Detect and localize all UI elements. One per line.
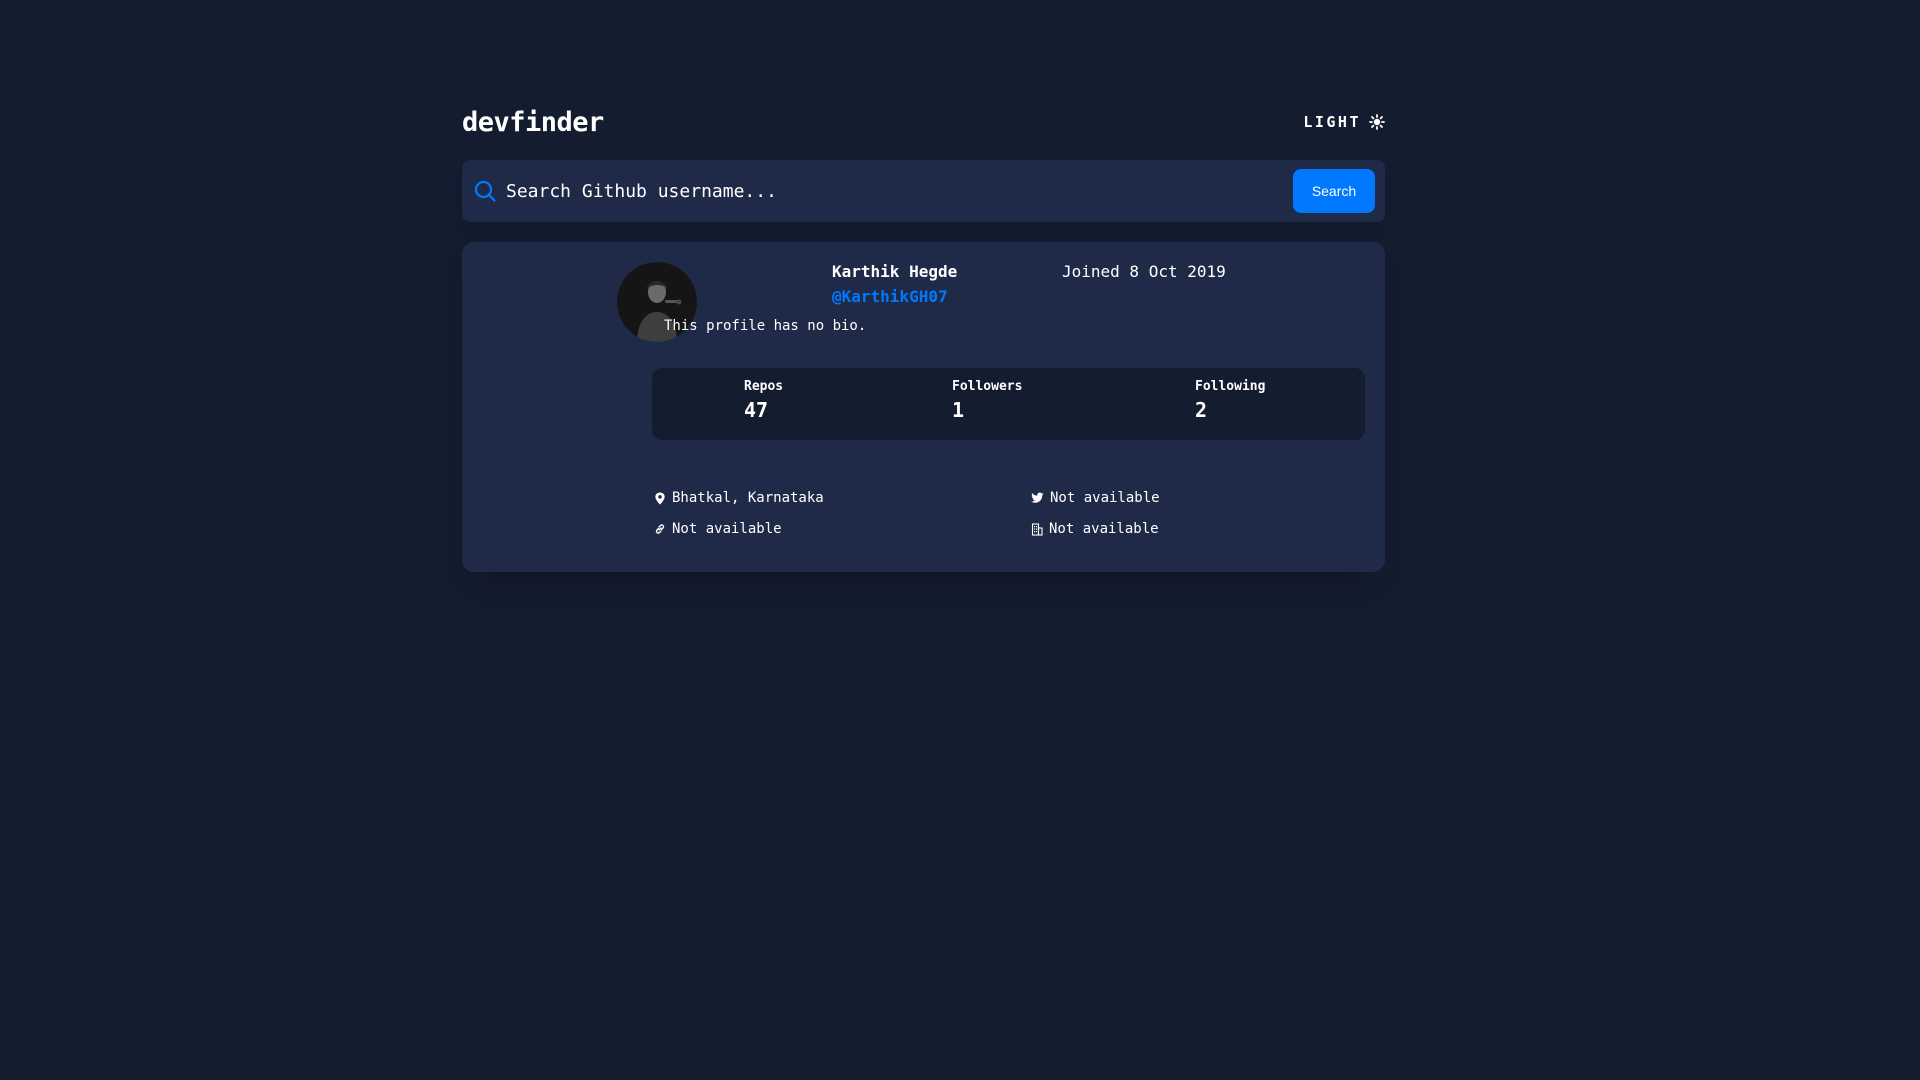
stats-panel: Repos 47 Followers 1 Following 2 bbox=[652, 368, 1365, 440]
sun-icon bbox=[1369, 114, 1385, 130]
theme-toggle-label: LIGHT bbox=[1303, 113, 1361, 131]
blog-link[interactable]: Not available bbox=[672, 521, 782, 537]
link-icon bbox=[654, 523, 666, 535]
profile-bio: This profile has no bio. bbox=[664, 318, 867, 334]
company-item: Not available bbox=[1031, 521, 1159, 537]
stat-value: 47 bbox=[744, 398, 769, 422]
stat-value: 1 bbox=[952, 398, 965, 422]
profile-name: Karthik Hegde bbox=[832, 262, 958, 281]
stat-followers: Followers 1 bbox=[952, 379, 1022, 422]
joined-date: Joined 8 Oct 2019 bbox=[1062, 262, 1226, 281]
stat-label: Followers bbox=[952, 379, 1023, 394]
search-button[interactable]: Search bbox=[1293, 169, 1375, 213]
search-bar: Search bbox=[462, 160, 1385, 222]
search-input[interactable] bbox=[504, 170, 1293, 212]
theme-toggle-button[interactable]: LIGHT bbox=[1303, 113, 1385, 131]
stat-value: 2 bbox=[1195, 398, 1208, 422]
twitter-icon bbox=[1031, 492, 1044, 504]
location-text: Bhatkal, Karnataka bbox=[672, 490, 824, 506]
blog-item: Not available bbox=[654, 521, 782, 537]
profile-card: Karthik Hegde @KarthikGH07 Joined 8 Oct … bbox=[462, 242, 1385, 572]
location-item: Bhatkal, Karnataka bbox=[654, 490, 824, 506]
stat-repos: Repos 47 bbox=[744, 379, 783, 422]
company-text: Not available bbox=[1049, 521, 1159, 537]
stat-label: Following bbox=[1195, 379, 1266, 394]
stat-label: Repos bbox=[744, 379, 784, 394]
header: devfinder LIGHT bbox=[462, 98, 1385, 146]
app-logo: devfinder bbox=[462, 106, 604, 138]
building-icon bbox=[1031, 522, 1043, 536]
location-pin-icon bbox=[654, 491, 666, 505]
stat-following: Following 2 bbox=[1195, 379, 1265, 422]
twitter-text: Not available bbox=[1050, 490, 1160, 506]
app-container: devfinder LIGHT Search Github username..… bbox=[462, 98, 1385, 572]
twitter-item: Not available bbox=[1031, 490, 1160, 506]
search-icon bbox=[474, 180, 496, 202]
profile-login-link[interactable]: @KarthikGH07 bbox=[832, 287, 948, 306]
